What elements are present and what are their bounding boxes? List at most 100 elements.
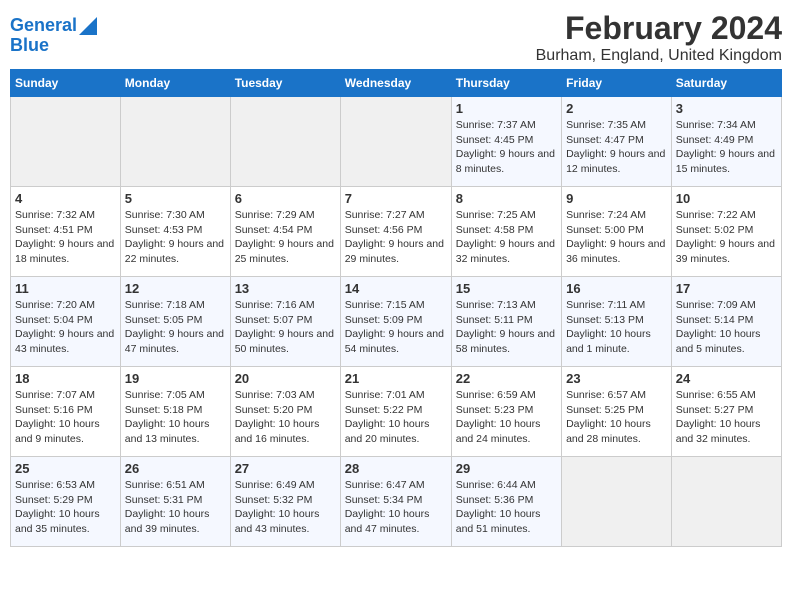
day-info: Sunrise: 7:18 AM Sunset: 5:05 PM Dayligh…: [125, 298, 226, 357]
col-tuesday: Tuesday: [230, 70, 340, 97]
table-row: 11 Sunrise: 7:20 AM Sunset: 5:04 PM Dayli…: [11, 277, 121, 367]
table-row: 14 Sunrise: 7:15 AM Sunset: 5:09 PM Dayli…: [340, 277, 451, 367]
day-info: Sunrise: 7:01 AM Sunset: 5:22 PM Dayligh…: [345, 388, 447, 447]
day-info: Sunrise: 7:20 AM Sunset: 5:04 PM Dayligh…: [15, 298, 116, 357]
day-info: Sunrise: 7:34 AM Sunset: 4:49 PM Dayligh…: [676, 118, 777, 177]
table-row: 19 Sunrise: 7:05 AM Sunset: 5:18 PM Dayli…: [120, 367, 230, 457]
calendar-week-row: 4Sunrise: 7:32 AM Sunset: 4:51 PM Daylig…: [11, 187, 782, 277]
day-info: Sunrise: 7:03 AM Sunset: 5:20 PM Dayligh…: [235, 388, 336, 447]
table-row: 16 Sunrise: 7:11 AM Sunset: 5:13 PM Dayli…: [562, 277, 672, 367]
day-number: 14: [345, 281, 447, 296]
day-info: Sunrise: 7:11 AM Sunset: 5:13 PM Dayligh…: [566, 298, 667, 357]
table-row: 15 Sunrise: 7:13 AM Sunset: 5:11 PM Dayli…: [451, 277, 561, 367]
day-number: 28: [345, 461, 447, 476]
day-number: 22: [456, 371, 557, 386]
logo-text-general: General: [10, 16, 77, 36]
calendar-table: Sunday Monday Tuesday Wednesday Thursday…: [10, 69, 782, 547]
table-row: 10 Sunrise: 7:22 AM Sunset: 5:02 PM Dayli…: [671, 187, 781, 277]
day-number: 9: [566, 191, 667, 206]
table-row: 21 Sunrise: 7:01 AM Sunset: 5:22 PM Dayli…: [340, 367, 451, 457]
day-info: Sunrise: 7:29 AM Sunset: 4:54 PM Dayligh…: [235, 208, 336, 267]
day-number: 7: [345, 191, 447, 206]
table-row: 9 Sunrise: 7:24 AM Sunset: 5:00 PM Daylig…: [562, 187, 672, 277]
day-info: Sunrise: 7:13 AM Sunset: 5:11 PM Dayligh…: [456, 298, 557, 357]
day-number: 23: [566, 371, 667, 386]
day-info: Sunrise: 6:59 AM Sunset: 5:23 PM Dayligh…: [456, 388, 557, 447]
table-row: 20 Sunrise: 7:03 AM Sunset: 5:20 PM Dayli…: [230, 367, 340, 457]
table-row: 8 Sunrise: 7:25 AM Sunset: 4:58 PM Daylig…: [451, 187, 561, 277]
day-number: 19: [125, 371, 226, 386]
calendar-week-row: 1 Sunrise: 7:37 AM Sunset: 4:45 PM Daylig…: [11, 97, 782, 187]
day-number: 13: [235, 281, 336, 296]
table-row: 28Sunrise: 6:47 AM Sunset: 5:34 PM Dayli…: [340, 457, 451, 547]
logo: General Blue: [10, 16, 97, 56]
day-info: Sunrise: 6:44 AM Sunset: 5:36 PM Dayligh…: [456, 478, 557, 537]
day-info: Sunrise: 7:07 AM Sunset: 5:16 PM Dayligh…: [15, 388, 116, 447]
table-row: 4Sunrise: 7:32 AM Sunset: 4:51 PM Daylig…: [11, 187, 121, 277]
day-number: 8: [456, 191, 557, 206]
page-header: General Blue February 2024 Burham, Engla…: [10, 10, 782, 65]
day-info: Sunrise: 6:49 AM Sunset: 5:32 PM Dayligh…: [235, 478, 336, 537]
table-row: 1 Sunrise: 7:37 AM Sunset: 4:45 PM Daylig…: [451, 97, 561, 187]
table-row: 29 Sunrise: 6:44 AM Sunset: 5:36 PM Dayli…: [451, 457, 561, 547]
day-info: Sunrise: 7:24 AM Sunset: 5:00 PM Dayligh…: [566, 208, 667, 267]
table-row: [11, 97, 121, 187]
day-info: Sunrise: 7:35 AM Sunset: 4:47 PM Dayligh…: [566, 118, 667, 177]
table-row: 24Sunrise: 6:55 AM Sunset: 5:27 PM Dayli…: [671, 367, 781, 457]
table-row: 26 Sunrise: 6:51 AM Sunset: 5:31 PM Dayli…: [120, 457, 230, 547]
table-row: 12 Sunrise: 7:18 AM Sunset: 5:05 PM Dayli…: [120, 277, 230, 367]
day-number: 2: [566, 101, 667, 116]
table-row: 3 Sunrise: 7:34 AM Sunset: 4:49 PM Daylig…: [671, 97, 781, 187]
day-number: 12: [125, 281, 226, 296]
page-title: February 2024: [536, 10, 782, 47]
day-info: Sunrise: 6:51 AM Sunset: 5:31 PM Dayligh…: [125, 478, 226, 537]
title-block: February 2024 Burham, England, United Ki…: [536, 10, 782, 65]
calendar-week-row: 25Sunrise: 6:53 AM Sunset: 5:29 PM Dayli…: [11, 457, 782, 547]
day-number: 20: [235, 371, 336, 386]
day-number: 17: [676, 281, 777, 296]
day-number: 11: [15, 281, 116, 296]
col-monday: Monday: [120, 70, 230, 97]
col-friday: Friday: [562, 70, 672, 97]
day-info: Sunrise: 7:05 AM Sunset: 5:18 PM Dayligh…: [125, 388, 226, 447]
logo-text-blue: Blue: [10, 36, 49, 56]
table-row: 18 Sunrise: 7:07 AM Sunset: 5:16 PM Dayli…: [11, 367, 121, 457]
day-info: Sunrise: 7:37 AM Sunset: 4:45 PM Dayligh…: [456, 118, 557, 177]
day-number: 25: [15, 461, 116, 476]
table-row: [671, 457, 781, 547]
calendar-header-row: Sunday Monday Tuesday Wednesday Thursday…: [11, 70, 782, 97]
day-number: 27: [235, 461, 336, 476]
day-number: 4: [15, 191, 116, 206]
table-row: 6Sunrise: 7:29 AM Sunset: 4:54 PM Daylig…: [230, 187, 340, 277]
logo-triangle-icon: [79, 17, 97, 35]
day-info: Sunrise: 7:25 AM Sunset: 4:58 PM Dayligh…: [456, 208, 557, 267]
col-thursday: Thursday: [451, 70, 561, 97]
table-row: 2 Sunrise: 7:35 AM Sunset: 4:47 PM Daylig…: [562, 97, 672, 187]
table-row: 27 Sunrise: 6:49 AM Sunset: 5:32 PM Dayli…: [230, 457, 340, 547]
day-info: Sunrise: 7:27 AM Sunset: 4:56 PM Dayligh…: [345, 208, 447, 267]
col-sunday: Sunday: [11, 70, 121, 97]
calendar-week-row: 11 Sunrise: 7:20 AM Sunset: 5:04 PM Dayli…: [11, 277, 782, 367]
table-row: [562, 457, 672, 547]
table-row: 23Sunrise: 6:57 AM Sunset: 5:25 PM Dayli…: [562, 367, 672, 457]
table-row: 7 Sunrise: 7:27 AM Sunset: 4:56 PM Daylig…: [340, 187, 451, 277]
day-number: 26: [125, 461, 226, 476]
day-info: Sunrise: 7:16 AM Sunset: 5:07 PM Dayligh…: [235, 298, 336, 357]
day-info: Sunrise: 7:22 AM Sunset: 5:02 PM Dayligh…: [676, 208, 777, 267]
day-number: 16: [566, 281, 667, 296]
table-row: 17Sunrise: 7:09 AM Sunset: 5:14 PM Dayli…: [671, 277, 781, 367]
calendar-week-row: 18 Sunrise: 7:07 AM Sunset: 5:16 PM Dayli…: [11, 367, 782, 457]
page-subtitle: Burham, England, United Kingdom: [536, 47, 782, 65]
col-saturday: Saturday: [671, 70, 781, 97]
day-number: 5: [125, 191, 226, 206]
day-number: 10: [676, 191, 777, 206]
day-info: Sunrise: 7:15 AM Sunset: 5:09 PM Dayligh…: [345, 298, 447, 357]
day-number: 29: [456, 461, 557, 476]
day-number: 18: [15, 371, 116, 386]
table-row: 13 Sunrise: 7:16 AM Sunset: 5:07 PM Dayli…: [230, 277, 340, 367]
day-number: 15: [456, 281, 557, 296]
day-number: 21: [345, 371, 447, 386]
table-row: 5Sunrise: 7:30 AM Sunset: 4:53 PM Daylig…: [120, 187, 230, 277]
day-number: 1: [456, 101, 557, 116]
day-number: 3: [676, 101, 777, 116]
